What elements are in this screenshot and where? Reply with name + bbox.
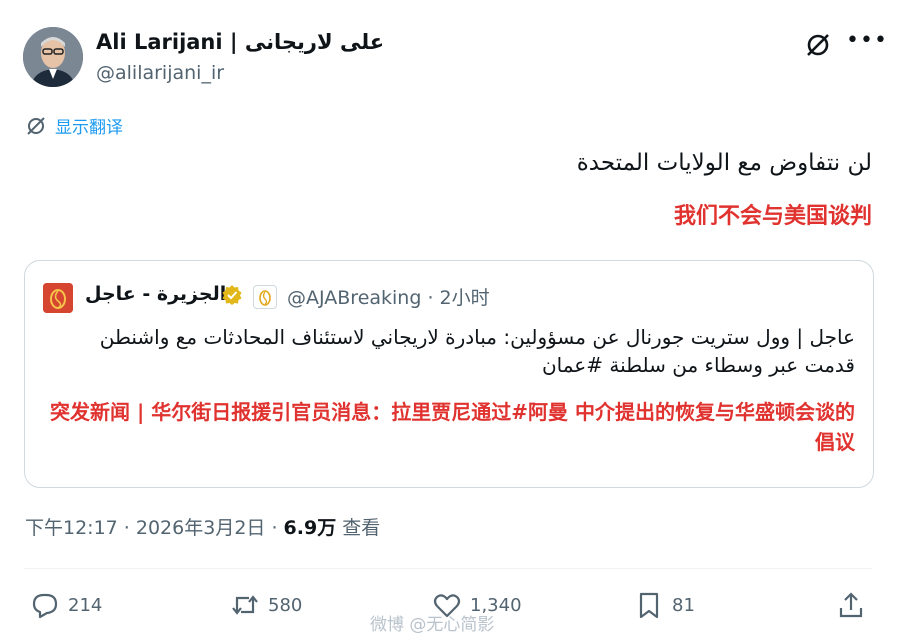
bookmark-icon	[639, 592, 659, 619]
quoted-author-name[interactable]: الجزيرة - عاجل	[85, 283, 226, 305]
reply-count: 214	[68, 594, 103, 616]
tweet-text-chinese: 我们不会与美国谈判	[673, 204, 872, 229]
author-name[interactable]: Ali Larijani | علی لاریجانی	[96, 30, 384, 54]
view-count: 6.9万	[283, 517, 337, 539]
view-label: 查看	[336, 517, 381, 539]
grok-icon[interactable]	[803, 30, 833, 60]
tweet-text-arabic: لن نتفاوض مع الولايات المتحدة	[576, 150, 872, 176]
aljazeera-logo-icon	[43, 283, 73, 313]
retweet-count: 580	[268, 594, 303, 616]
share-button[interactable]	[836, 590, 866, 620]
show-translation-link[interactable]: 显示翻译	[25, 113, 123, 138]
retweet-icon	[232, 595, 258, 615]
avatar-image	[23, 27, 83, 87]
avatar[interactable]	[23, 27, 83, 87]
watermark: 微博 @无心简影	[370, 615, 495, 635]
quoted-text-chinese: 突发新闻 | 华尔街日报援引官员消息：拉里贾尼通过#阿曼 中介提出的恢复与华盛顿…	[50, 400, 855, 454]
quoted-tweet[interactable]: الجزيرة - عاجل @AJABreaking · 2小时 عاجل |…	[24, 260, 874, 488]
tweet-meta: 下午12:17 · 2026年3月2日 · 6.9万 查看	[25, 513, 380, 540]
author-handle[interactable]: @alilarijani_ir	[96, 62, 224, 84]
reply-button[interactable]: 214	[30, 590, 102, 620]
show-translation-label: 显示翻译	[55, 118, 123, 138]
tweet-timestamp[interactable]: 下午12:17 · 2026年3月2日 ·	[25, 517, 284, 539]
verified-badge-icon	[221, 284, 243, 306]
quoted-handle-time[interactable]: @AJABreaking · 2小时	[287, 283, 490, 310]
share-icon	[839, 592, 863, 618]
quoted-text-arabic: عاجل | وول ستريت جورنال عن مسؤولين: مباد…	[99, 325, 855, 377]
affiliate-badge-icon	[253, 285, 277, 309]
divider	[24, 568, 872, 569]
bookmark-button[interactable]: 81	[634, 590, 695, 620]
reply-icon	[32, 593, 58, 619]
translate-icon	[27, 116, 45, 135]
more-options-icon[interactable]: •••	[846, 28, 887, 56]
retweet-button[interactable]: 580	[230, 590, 302, 620]
bookmark-count: 81	[672, 594, 695, 616]
